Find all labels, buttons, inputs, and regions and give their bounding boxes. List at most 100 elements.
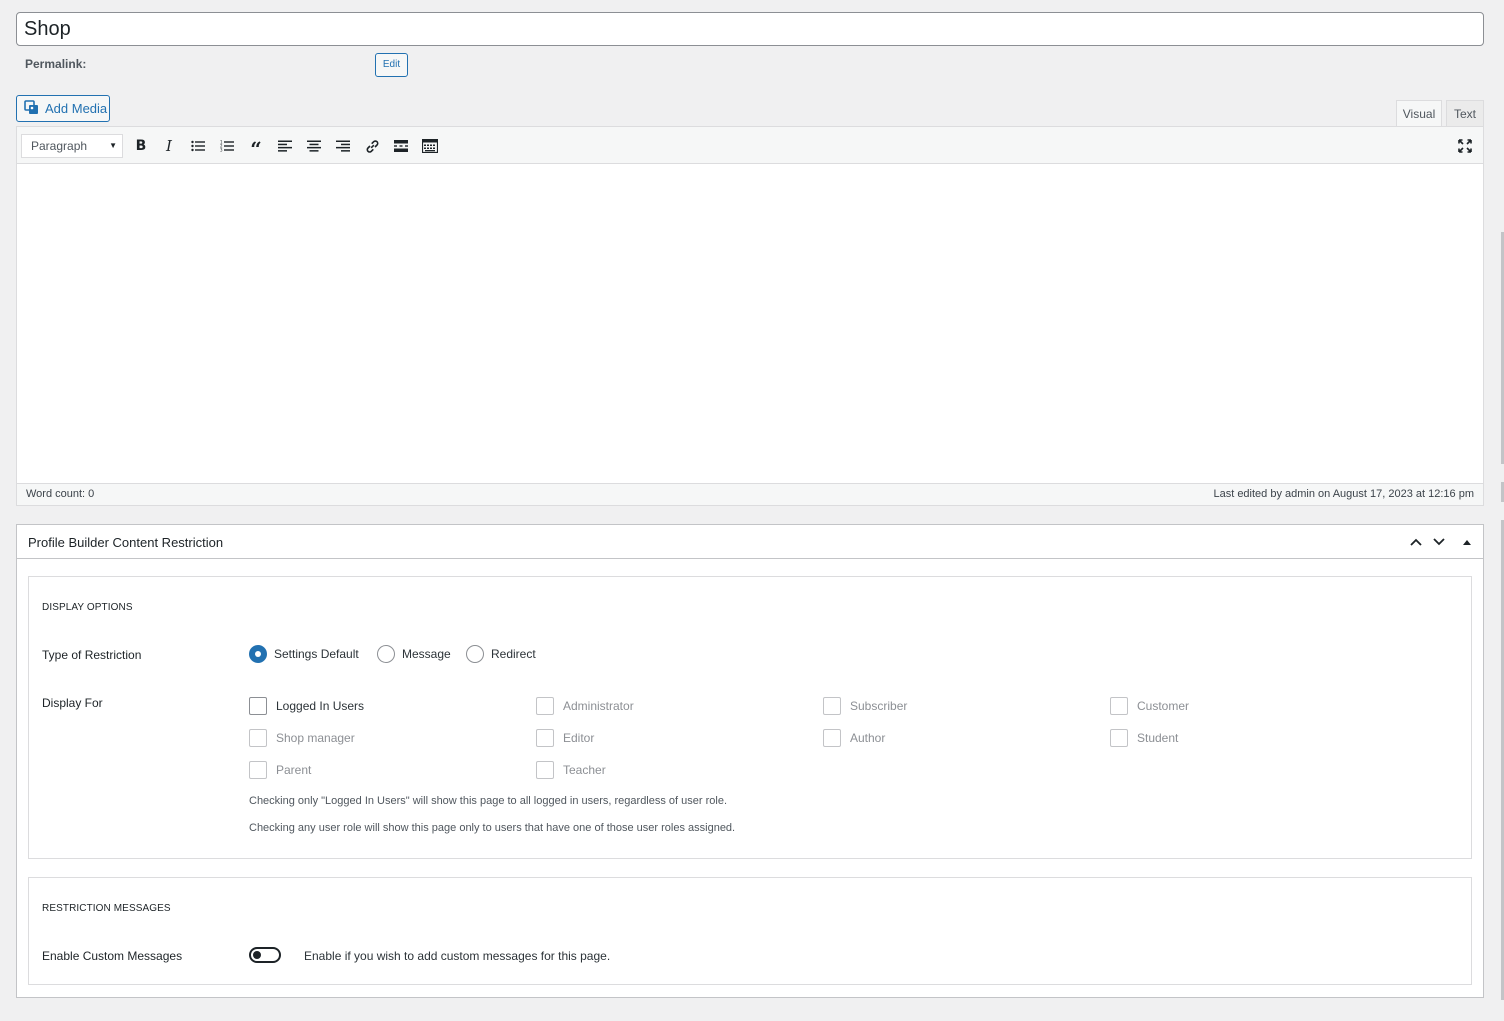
checkbox-parent: Parent xyxy=(249,761,311,779)
align-left-button[interactable] xyxy=(274,135,296,157)
checkbox xyxy=(536,697,554,715)
checkbox xyxy=(249,729,267,747)
format-select[interactable]: Paragraph ▼ xyxy=(21,134,123,158)
checkbox xyxy=(823,729,841,747)
editor-toolbar: Paragraph ▼ B I 123 “ xyxy=(17,127,1483,164)
checkbox-administrator: Administrator xyxy=(536,697,634,715)
fullscreen-button[interactable] xyxy=(1454,135,1476,157)
caret-down-icon: ▼ xyxy=(109,141,117,150)
toggle-knob xyxy=(253,951,261,959)
content-editor: Paragraph ▼ B I 123 “ Word count: 0 Last… xyxy=(16,126,1484,506)
checkbox[interactable] xyxy=(249,697,267,715)
checkbox-label: Student xyxy=(1137,731,1179,745)
italic-button[interactable]: I xyxy=(158,135,180,157)
editor-statusbar: Word count: 0 Last edited by admin on Au… xyxy=(17,483,1483,505)
add-media-button[interactable]: Add Media xyxy=(16,95,110,122)
content-restriction-metabox: Profile Builder Content Restriction DISP… xyxy=(16,524,1484,998)
link-button[interactable] xyxy=(361,135,383,157)
chevron-up-icon xyxy=(1410,538,1422,546)
align-center-icon xyxy=(307,140,321,152)
italic-icon: I xyxy=(166,137,172,155)
checkbox-student: Student xyxy=(1110,729,1178,747)
checkbox-author: Author xyxy=(823,729,885,747)
post-title-input[interactable]: Shop xyxy=(16,12,1484,46)
checkbox-label: Subscriber xyxy=(850,699,908,713)
radio-settings-default[interactable]: Settings Default xyxy=(249,645,359,663)
radio-redirect[interactable]: Redirect xyxy=(466,645,536,663)
tab-text[interactable]: Text xyxy=(1446,100,1484,127)
read-more-button[interactable] xyxy=(390,135,412,157)
bulleted-list-button[interactable] xyxy=(187,135,209,157)
align-left-icon xyxy=(278,140,292,152)
checkbox-teacher: Teacher xyxy=(536,761,606,779)
display-options-heading: DISPLAY OPTIONS xyxy=(42,602,133,613)
radio-message[interactable]: Message xyxy=(377,645,451,663)
display-for-help-2: Checking any user role will show this pa… xyxy=(249,822,736,834)
format-select-value: Paragraph xyxy=(31,139,88,153)
checkbox xyxy=(536,761,554,779)
align-right-icon xyxy=(336,140,350,152)
metabox-title: Profile Builder Content Restriction xyxy=(28,535,224,550)
checkbox-label: Shop manager xyxy=(276,731,355,745)
media-icon xyxy=(24,99,39,118)
checkbox-label: Author xyxy=(850,731,886,745)
permalink-label: Permalink: xyxy=(25,57,87,71)
radio-label: Message xyxy=(402,647,451,661)
chevron-down-icon xyxy=(1433,538,1445,546)
align-right-button[interactable] xyxy=(332,135,354,157)
checkbox-label: Teacher xyxy=(563,763,606,777)
add-media-label: Add Media xyxy=(45,101,108,116)
restriction-messages-section: RESTRICTION MESSAGES Enable Custom Messa… xyxy=(28,877,1472,985)
checkbox-label: Administrator xyxy=(563,699,634,713)
move-up-button[interactable] xyxy=(1407,533,1425,551)
display-options-section: DISPLAY OPTIONS Type of Restriction Sett… xyxy=(28,576,1472,859)
bold-icon: B xyxy=(135,138,147,154)
blockquote-icon: “ xyxy=(250,137,262,161)
checkbox xyxy=(249,761,267,779)
checkbox-customer: Customer xyxy=(1110,697,1189,715)
radio-button-checked[interactable] xyxy=(249,645,267,663)
tab-visual[interactable]: Visual xyxy=(1396,100,1442,127)
collapse-toggle-button[interactable] xyxy=(1458,533,1476,551)
blockquote-button[interactable]: “ xyxy=(245,135,267,161)
metabox-header[interactable]: Profile Builder Content Restriction xyxy=(17,525,1483,559)
checkbox-label: Customer xyxy=(1137,699,1190,713)
numbered-list-icon: 123 xyxy=(220,140,234,152)
display-for-help-1: Checking only "Logged In Users" will sho… xyxy=(249,795,728,807)
checkbox xyxy=(1110,697,1128,715)
fullscreen-icon xyxy=(1458,139,1472,153)
checkbox-editor: Editor xyxy=(536,729,594,747)
move-down-button[interactable] xyxy=(1430,533,1448,551)
display-for-label: Display For xyxy=(42,696,103,710)
editor-content-area[interactable] xyxy=(17,164,1483,484)
read-more-icon xyxy=(394,140,408,152)
checkbox xyxy=(1110,729,1128,747)
radio-button[interactable] xyxy=(377,645,395,663)
checkbox-subscriber: Subscriber xyxy=(823,697,907,715)
toolbar-toggle-button[interactable] xyxy=(419,135,441,157)
restriction-messages-heading: RESTRICTION MESSAGES xyxy=(42,903,171,914)
bold-button[interactable]: B xyxy=(130,135,152,157)
toolbar-toggle-icon xyxy=(422,139,438,153)
checkbox-label: Parent xyxy=(276,763,312,777)
enable-custom-messages-description: Enable if you wish to add custom message… xyxy=(304,949,611,963)
edit-permalink-button[interactable]: Edit xyxy=(375,53,408,77)
radio-label: Settings Default xyxy=(274,647,359,661)
svg-text:3: 3 xyxy=(220,148,223,153)
enable-custom-messages-toggle[interactable] xyxy=(249,947,281,963)
type-of-restriction-label: Type of Restriction xyxy=(42,648,142,662)
bulleted-list-icon xyxy=(191,140,205,152)
checkbox-logged-in-users[interactable]: Logged In Users xyxy=(249,697,364,715)
checkbox xyxy=(823,697,841,715)
last-edited: Last edited by admin on August 17, 2023 … xyxy=(1213,488,1474,500)
word-count: Word count: 0 xyxy=(26,488,95,500)
checkbox xyxy=(536,729,554,747)
numbered-list-button[interactable]: 123 xyxy=(216,135,238,157)
checkbox-shop-manager: Shop manager xyxy=(249,729,355,747)
checkbox-label: Editor xyxy=(563,731,595,745)
align-center-button[interactable] xyxy=(303,135,325,157)
enable-custom-messages-label: Enable Custom Messages xyxy=(42,949,183,963)
radio-button[interactable] xyxy=(466,645,484,663)
radio-label: Redirect xyxy=(491,647,536,661)
checkbox-label: Logged In Users xyxy=(276,699,365,713)
